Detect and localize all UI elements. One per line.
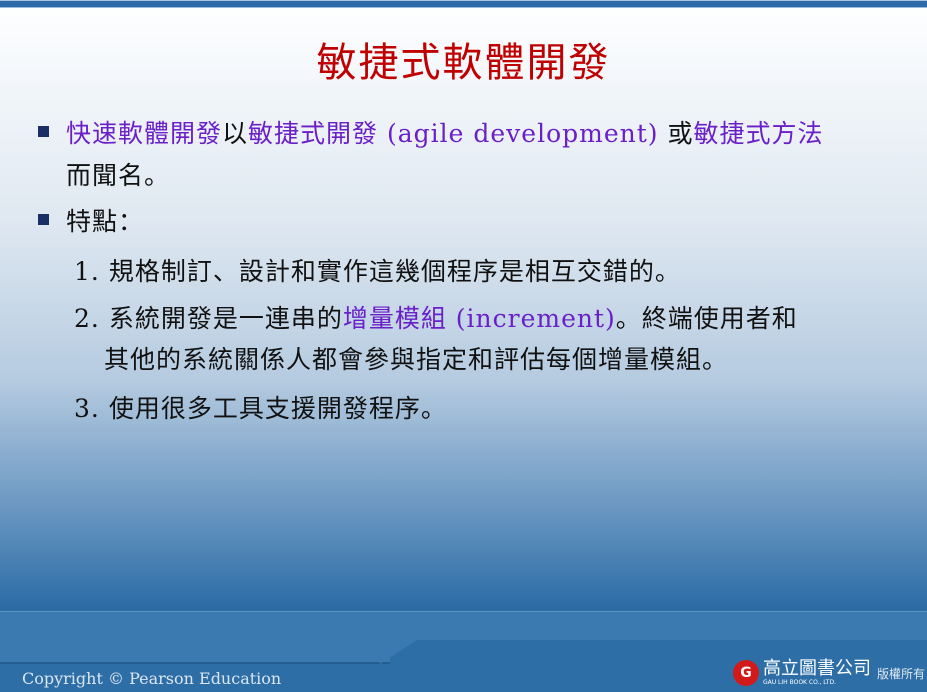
term-agile-english: (agile development) bbox=[378, 119, 668, 148]
footer-band-left bbox=[0, 638, 390, 664]
bullet-1-continuation: 而聞名。 bbox=[66, 161, 171, 190]
item-text: 規格制訂、設計和實作這幾個程序是相互交錯的。 bbox=[108, 257, 681, 286]
publisher-name: 高立圖書公司 bbox=[763, 658, 871, 679]
item-3: 3. 使用很多工具支援開發程序。 bbox=[74, 389, 447, 425]
publisher-logo: G 高立圖書公司 GAU LIH BOOK CO., LTD. 版權所有 bbox=[733, 660, 925, 686]
gau-lih-logo-icon: G bbox=[733, 660, 759, 686]
item-number: 1. bbox=[74, 257, 100, 286]
term-agile-development: 敏捷式開發 bbox=[248, 119, 379, 148]
footer-slant bbox=[380, 638, 420, 664]
text: 或 bbox=[667, 119, 694, 148]
item-number: 3. bbox=[74, 394, 100, 423]
term-agile-methods: 敏捷式方法 bbox=[693, 119, 824, 148]
item-1: 1. 規格制訂、設計和實作這幾個程序是相互交錯的。 bbox=[74, 252, 681, 288]
bullet-2: 特點： bbox=[66, 207, 145, 236]
top-bar bbox=[0, 0, 927, 8]
bullet-1: 快速軟體開發以敏捷式開發 (agile development) 或敏捷式方法 bbox=[66, 114, 824, 150]
rights-text: 版權所有 bbox=[877, 666, 926, 681]
item-text: 系統開發是一連串的 bbox=[108, 304, 343, 333]
term-rapid-development: 快速軟體開發 bbox=[66, 119, 223, 148]
footer-band bbox=[0, 611, 927, 640]
slide-title: 敏捷式軟體開發 bbox=[316, 40, 611, 86]
text: 以 bbox=[222, 119, 249, 148]
bullet-square-icon bbox=[38, 126, 49, 137]
item-text: 使用很多工具支援開發程序。 bbox=[108, 394, 447, 423]
item-2-continuation: 其他的系統關係人都會參與指定和評估每個增量模組。 bbox=[104, 345, 729, 374]
item-2: 2. 系統開發是一連串的增量模組 (increment)。終端使用者和 bbox=[74, 299, 798, 335]
copyright-text: Copyright © Pearson Education bbox=[22, 669, 282, 688]
term-increment: 增量模組 (increment) bbox=[342, 304, 616, 333]
bullet-square-icon bbox=[38, 214, 49, 225]
publisher-name-en: GAU LIH BOOK CO., LTD. bbox=[763, 679, 836, 686]
item-text: 。終端使用者和 bbox=[615, 304, 798, 333]
item-number: 2. bbox=[74, 304, 100, 333]
